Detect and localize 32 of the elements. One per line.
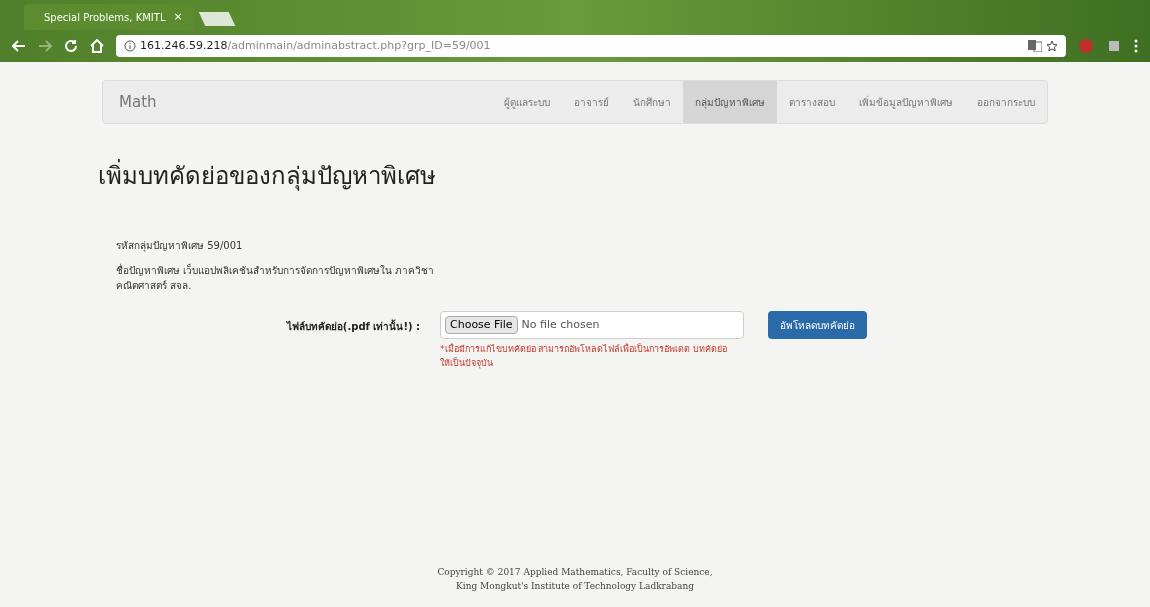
file-status: No file chosen	[521, 316, 600, 333]
new-tab-button[interactable]	[198, 12, 236, 26]
reload-icon[interactable]	[64, 39, 78, 53]
info-text: ชื่อปัญหาพิเศษ เว็บแอปพลิเคชันสำหรับการจัดการปัญหาพิเศษใน ภาควิชาคณิตศาสตร์ สจล.	[116, 263, 436, 293]
footer-text: King Mongkut's Institute of Technology Ladkrabang	[456, 579, 694, 593]
nav-link[interactable]: ผู้ดูแลระบบ	[492, 81, 562, 123]
tab-title: Special Problems, KMITL	[44, 10, 166, 25]
url-text: 161.246.59.218/adminmain/adminabstract.php?grp_ID=59/001	[140, 37, 491, 54]
browser-tab[interactable]: Special Problems, KMITL ×	[24, 4, 194, 30]
upload-note: *เมื่อมีการแก้ไขบทคัดย่อ สามารถอัพโหลดไฟล์เพื่อเป็นการอัพเดต บทคัดย่อให้เป็นปัจจุบัน	[440, 343, 729, 370]
choose-file-button[interactable]: Choose File	[445, 315, 518, 335]
nav-link[interactable]: นักศึกษา	[621, 81, 683, 123]
menu-icon[interactable]	[1134, 39, 1138, 53]
nav-link[interactable]: ตารางสอบ	[777, 81, 847, 123]
field-label: ไฟล์บทคัดย่อ(.pdf เท่านั้น!) :	[285, 319, 420, 334]
footer-text: Copyright © 2017 Applied Mathematics, Faculty of Science,	[437, 566, 713, 579]
file-input[interactable]: Choose File No file chosen	[440, 311, 744, 339]
star-icon[interactable]	[1046, 40, 1058, 52]
home-icon[interactable]	[90, 39, 104, 53]
back-icon[interactable]	[12, 39, 26, 53]
nav-link[interactable]: ออกจากระบบ	[965, 81, 1047, 123]
nav-link[interactable]: อาจารย์	[562, 81, 621, 123]
page-heading: เพิ่มบทคัดย่อของกลุ่มปัญหาพิเศษ	[98, 158, 1048, 194]
translate-icon[interactable]	[1028, 40, 1042, 52]
brand-link[interactable]: Math	[119, 90, 157, 114]
tab-close-button[interactable]: ×	[173, 8, 183, 26]
address-bar[interactable]: 161.246.59.218/adminmain/adminabstract.php?grp_ID=59/001	[116, 35, 1066, 57]
nav-link[interactable]: เพิ่มข้อมูลปัญหาพิเศษ	[847, 81, 965, 123]
info-icon	[124, 40, 136, 52]
upload-button[interactable]: อัพโหลดบทคัดย่อ	[768, 311, 867, 339]
nav-link[interactable]: กลุ่มปัญหาพิเศษ	[683, 81, 777, 123]
info-text: รหัสกลุ่มปัญหาพิเศษ 59/001	[116, 239, 244, 253]
